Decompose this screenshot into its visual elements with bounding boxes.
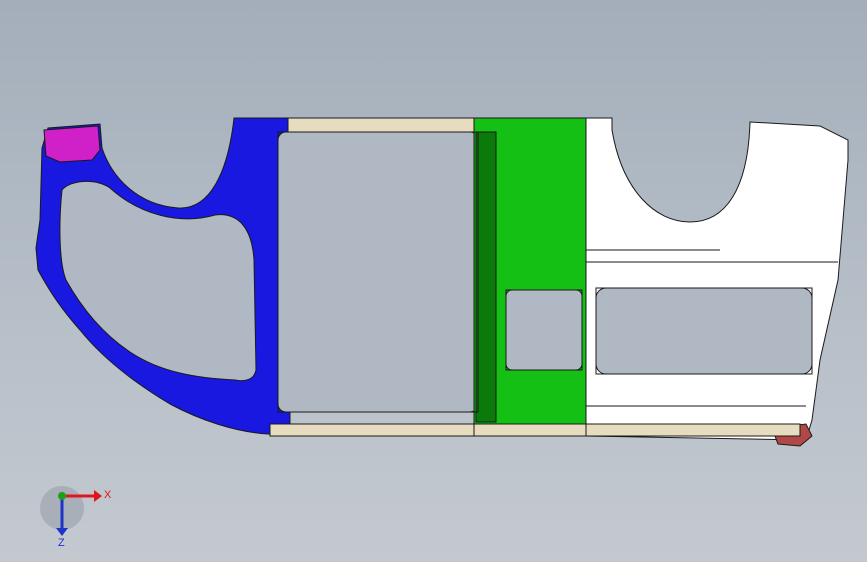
hinge-bracket bbox=[43, 125, 101, 163]
middle-pillar-section[interactable] bbox=[473, 117, 587, 437]
z-axis-label: Z bbox=[58, 537, 65, 548]
x-axis-label: X bbox=[104, 489, 112, 501]
y-axis-dot bbox=[58, 492, 66, 500]
sill-strip bbox=[269, 423, 801, 437]
side-panel-model[interactable] bbox=[0, 0, 867, 562]
x-axis-arrow bbox=[94, 490, 102, 502]
axis-triad: X Z bbox=[40, 486, 112, 548]
cad-viewport[interactable]: X Z bbox=[0, 0, 867, 562]
roof-rail bbox=[287, 117, 475, 133]
middle-window-opening bbox=[505, 289, 583, 371]
middle-pillar-strip bbox=[475, 131, 497, 423]
rear-frame bbox=[585, 117, 849, 441]
z-axis-arrow bbox=[56, 528, 68, 536]
rear-quarter-section[interactable] bbox=[585, 117, 849, 447]
door-opening bbox=[277, 131, 479, 413]
rear-window-opening bbox=[595, 287, 813, 375]
front-pillar-section[interactable] bbox=[35, 117, 479, 435]
